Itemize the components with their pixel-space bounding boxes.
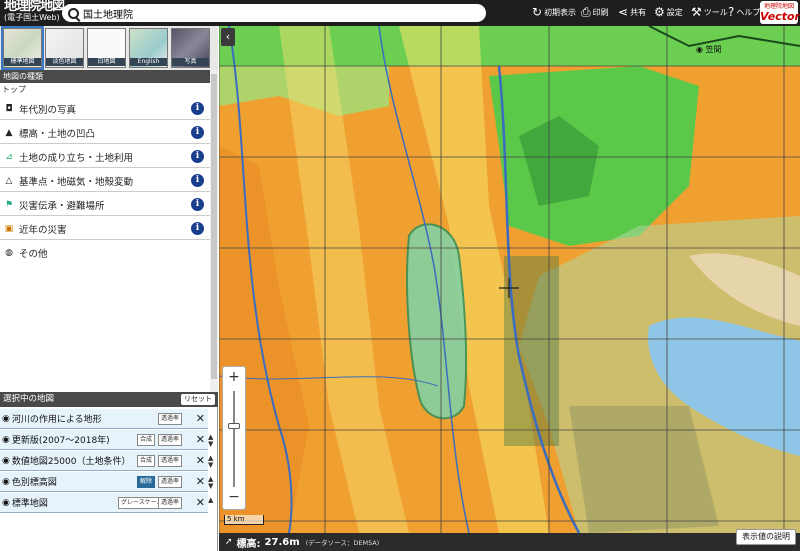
breadcrumb[interactable]: トップ [0, 83, 210, 97]
info-icon[interactable]: i [191, 198, 204, 211]
app-logo[interactable]: 地理院地図 (電子国土Web) [4, 0, 65, 24]
close-icon[interactable]: ✕ [196, 475, 205, 488]
thumb-pale[interactable]: 淡色地図 [45, 28, 84, 68]
opacity-button[interactable]: 透過率 [158, 413, 183, 425]
thumb-photo[interactable]: 写真 [171, 28, 210, 68]
share-button[interactable]: ⋖ 共有 [618, 6, 646, 18]
map-types-title: 地図の種類 [0, 70, 218, 83]
status-bar: ➚ 標高: 27.6m (データソース：DEM5A) [219, 533, 800, 551]
thumb-blank[interactable]: 白地図 [87, 28, 126, 68]
place-label: ◉ 笠間 [696, 45, 722, 54]
tools-icon: ⚒ [691, 5, 702, 19]
gear-icon: ⚙ [654, 5, 665, 19]
legend-button[interactable]: 表示値の説明 [736, 529, 796, 545]
close-icon[interactable]: ✕ [196, 433, 205, 446]
info-icon[interactable]: i [191, 102, 204, 115]
eye-icon[interactable]: ◉ [2, 477, 10, 487]
composite-button[interactable]: 合成 [137, 455, 156, 467]
printer-icon: ⎙ [581, 5, 591, 19]
search-box[interactable] [62, 4, 486, 22]
map-type-item[interactable]: ▣ 近年の災害 i [0, 218, 210, 240]
release-button[interactable]: 解除 [137, 476, 156, 488]
scale-bar: 5 km [224, 515, 264, 525]
zoom-in-button[interactable]: + [223, 369, 245, 385]
mountain-icon: ▲ [5, 127, 13, 138]
app-header: 地理院地図 (電子国土Web) ↻初期表示 ⎙印刷 ⋖共有 ⚙設定 ⚒ツール ?… [0, 0, 800, 26]
zoom-slider-handle[interactable] [228, 423, 240, 429]
map-canvas[interactable] [219, 26, 800, 533]
collapse-sidebar-button[interactable]: ‹ [221, 28, 235, 46]
elevation-value: 27.6m [264, 536, 300, 548]
opacity-button[interactable]: 透過率 [158, 476, 183, 488]
search-input[interactable] [83, 7, 463, 19]
composite-button[interactable]: 合成 [137, 434, 156, 446]
close-icon[interactable]: ✕ [196, 412, 205, 425]
thumb-standard[interactable]: 標準地図 [1, 26, 44, 70]
vector-map-link[interactable]: 地理院地図 Vector [760, 1, 800, 24]
close-icon[interactable]: ✕ [196, 496, 205, 509]
eye-icon[interactable]: ◉ [2, 414, 10, 424]
init-view-button[interactable]: ↻ 初期表示 [532, 6, 576, 18]
map-type-item[interactable]: ⚑ 災害伝承・避難場所 i [0, 194, 210, 216]
app-subtitle: (電子国土Web) [4, 13, 60, 22]
map-type-item[interactable]: ▲ 標高・土地の凹凸 i [0, 122, 210, 144]
elevation-label: 標高: [236, 538, 261, 550]
arrow-icon[interactable]: ➚ [225, 537, 233, 547]
sidebar-scrollbar[interactable] [210, 70, 218, 392]
map-type-item[interactable]: ◘ 年代別の写真 i [0, 98, 210, 120]
close-icon[interactable]: ✕ [196, 454, 205, 467]
map-type-item[interactable]: ◍ その他 [0, 242, 210, 264]
selected-maps-title: 選択中の地図 リセット [0, 392, 218, 407]
reset-button[interactable]: リセット [181, 394, 215, 405]
info-icon[interactable]: i [191, 126, 204, 139]
opacity-button[interactable]: 透過率 [158, 434, 183, 446]
thumb-english[interactable]: English [129, 28, 168, 68]
reorder-arrows[interactable]: ▲ ▼ ▲ ▼ ▲ ▼ ▲ [208, 434, 213, 504]
selected-layer[interactable]: ◉ 河川の作用による地形 透過率 ✕ [0, 409, 208, 429]
opacity-button[interactable]: 透過率 [158, 497, 183, 509]
eye-icon[interactable]: ◉ [2, 435, 10, 445]
selected-layer[interactable]: ◉ 更新版(2007〜2018年) 合成 透過率 ✕ [0, 430, 208, 450]
settings-button[interactable]: ⚙ 設定 [654, 6, 683, 18]
info-icon[interactable]: i [191, 222, 204, 235]
info-icon[interactable]: i [191, 174, 204, 187]
refresh-icon: ↻ [532, 5, 543, 19]
map-type-item[interactable]: ⊿ 土地の成り立ち・土地利用 i [0, 146, 210, 168]
question-icon: ? [728, 5, 735, 19]
info-icon[interactable]: i [191, 150, 204, 163]
sidebar: 標準地図 淡色地図 白地図 English 写真 地図の種類 トップ ◘ 年代別の… [0, 26, 218, 551]
search-icon[interactable] [68, 7, 79, 19]
globe-icon: ◍ [5, 248, 13, 258]
triangle-icon: △ [5, 175, 13, 186]
share-icon: ⋖ [618, 5, 629, 19]
map-terrain[interactable] [219, 26, 800, 533]
land-icon: ⊿ [5, 151, 13, 162]
camera-icon: ◘ [5, 103, 13, 114]
eye-icon[interactable]: ◉ [2, 456, 10, 466]
opacity-button[interactable]: 透過率 [158, 455, 183, 467]
zoom-slider-track[interactable] [233, 391, 235, 487]
print-button[interactable]: ⎙ 印刷 [581, 6, 609, 18]
help-button[interactable]: ? ヘルプ [728, 6, 760, 18]
zoom-out-button[interactable]: − [223, 489, 245, 505]
map-type-item[interactable]: △ 基準点・地磁気・地殻変動 i [0, 170, 210, 192]
elevation-source: (データソース：DEM5A) [305, 539, 380, 547]
selected-layer[interactable]: ◉ 数値地図25000（土地条件） 合成 透過率 ✕ [0, 451, 208, 471]
base-map-thumbnails: 標準地図 淡色地図 白地図 English 写真 [0, 26, 218, 70]
disaster-icon: ▣ [4, 223, 14, 234]
selected-layer[interactable]: ◉ 標準地図 グレースケール 透過率 ✕ [0, 493, 208, 513]
zoom-control[interactable]: + − [222, 366, 246, 510]
selected-layer[interactable]: ◉ 色別標高図 解除 透過率 ✕ [0, 472, 208, 492]
scrollbar-thumb[interactable] [211, 74, 217, 379]
evacuation-icon: ⚑ [4, 199, 14, 210]
tools-button[interactable]: ⚒ ツール [691, 6, 728, 18]
eye-icon[interactable]: ◉ [2, 498, 10, 508]
